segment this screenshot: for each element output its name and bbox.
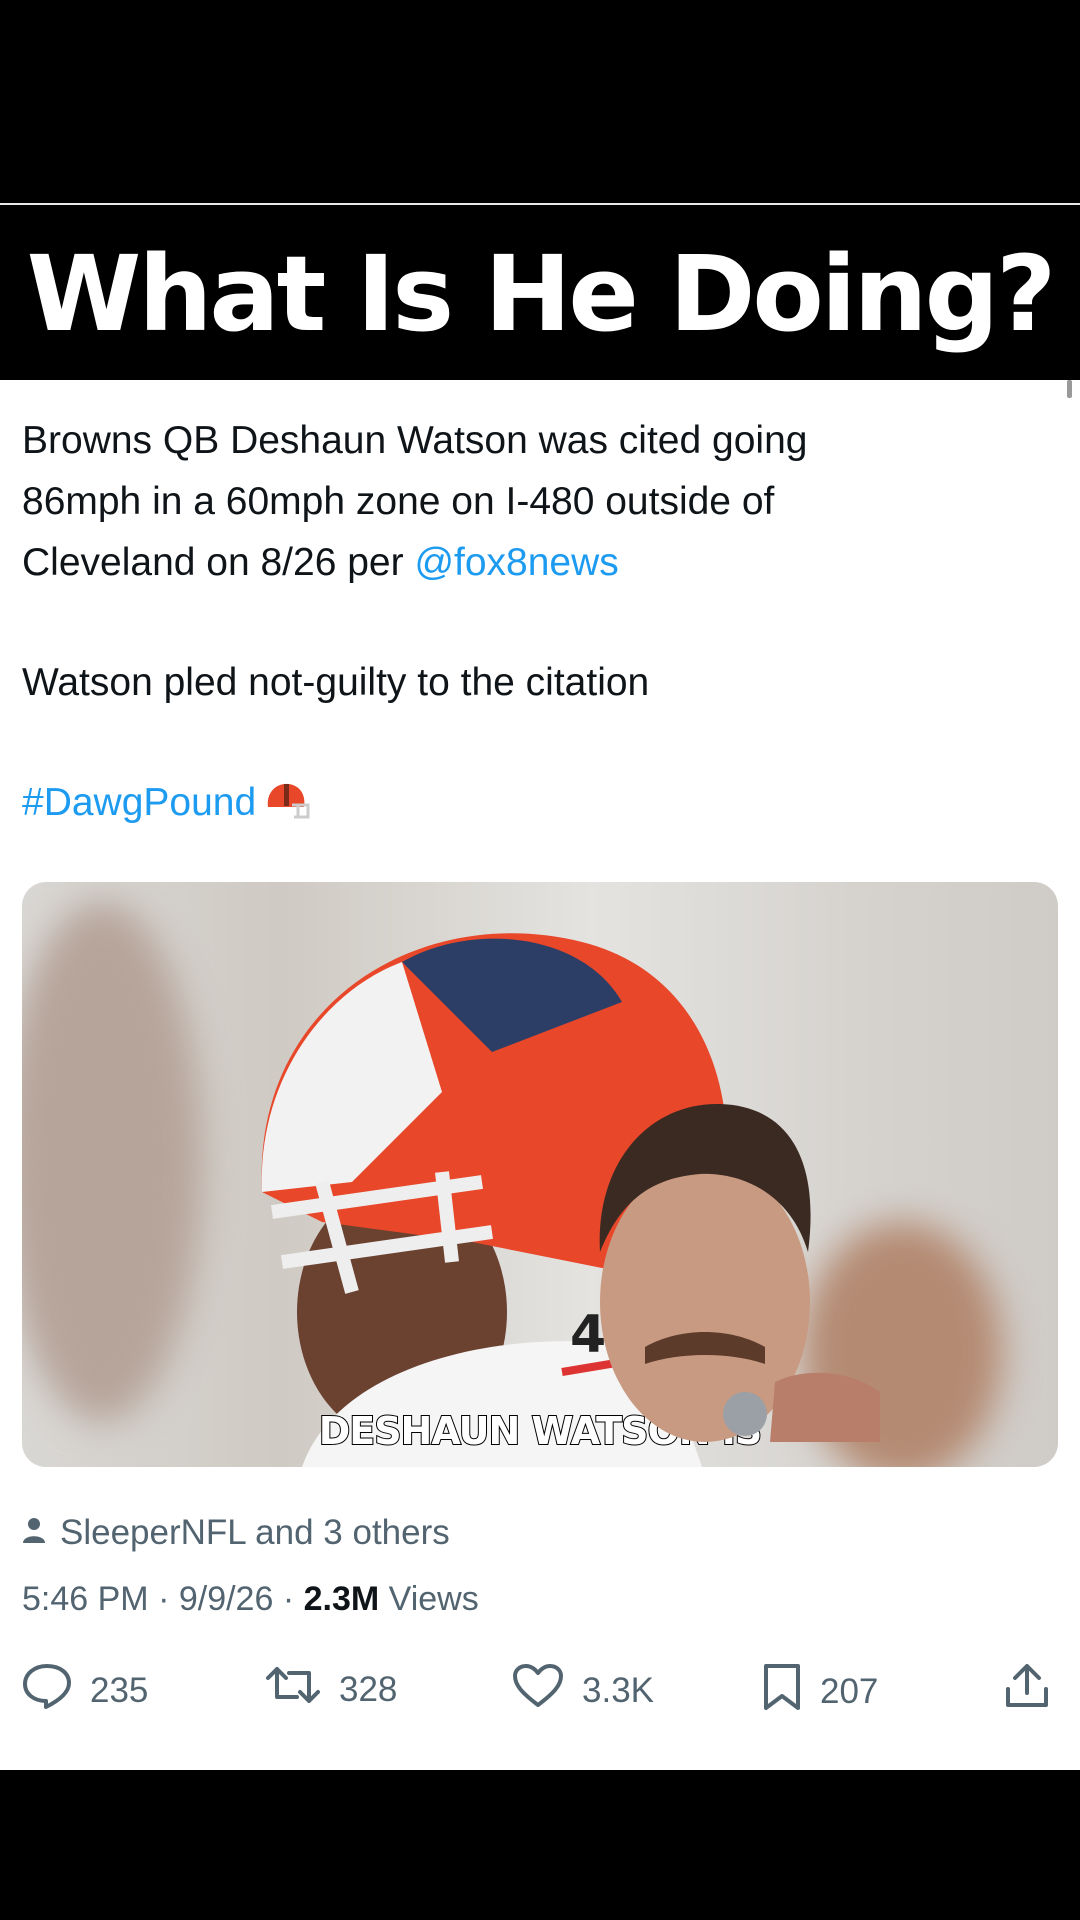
- bookmark-button[interactable]: 207: [762, 1663, 878, 1720]
- views-label: Views: [388, 1580, 479, 1618]
- like-count: 3.3K: [582, 1670, 654, 1710]
- share-button[interactable]: [1004, 1663, 1050, 1718]
- scrollbar[interactable]: [1067, 380, 1072, 398]
- bookmark-icon: [762, 1663, 802, 1720]
- video-bottom-bar: [0, 1770, 1080, 1920]
- player-illustration: 4: [261, 933, 727, 1467]
- liked-by-text: SleeperNFL and 3 others: [60, 1513, 450, 1552]
- video-title: What Is He Doing?: [26, 232, 1057, 355]
- tweet-line-3: Cleveland on 8/26 per @fox8news: [22, 532, 1042, 593]
- person-icon: [22, 1513, 46, 1553]
- tweet-media-image[interactable]: 4 DESHAUN WATSON IS: [22, 882, 1058, 1467]
- mention-link[interactable]: @fox8news: [414, 541, 618, 584]
- bookmark-count: 207: [820, 1671, 879, 1711]
- reply-button[interactable]: 235: [22, 1663, 148, 1718]
- hashtag-link[interactable]: #DawgPound: [22, 781, 256, 824]
- tweet-line-3-text: Cleveland on 8/26 per: [22, 541, 415, 584]
- repost-count: 328: [339, 1669, 398, 1709]
- tweet-card: Browns QB Deshaun Watson was cited going…: [0, 380, 1080, 1770]
- tweet-line-1: Browns QB Deshaun Watson was cited going: [22, 419, 808, 462]
- tweet-time[interactable]: 5:46 PM: [22, 1580, 149, 1618]
- video-title-banner: What Is He Doing?: [0, 203, 1080, 382]
- video-top-bar: [0, 0, 1080, 200]
- repost-button[interactable]: 328: [265, 1663, 397, 1716]
- tweet-meta: 5:46 PM · 9/9/26 · 2.3M Views: [22, 1580, 479, 1618]
- reply-count: 235: [90, 1670, 149, 1710]
- like-button[interactable]: 3.3K: [512, 1663, 654, 1718]
- action-bar: 235 328 3.3K 207: [22, 1663, 1052, 1723]
- heart-icon: [512, 1663, 564, 1718]
- football-helmet-icon: [264, 778, 310, 839]
- tweet-paragraph-2: Watson pled not-guilty to the citation: [22, 661, 650, 704]
- views-count: 2.3M: [303, 1580, 380, 1618]
- creator-video-overlay: [590, 1102, 880, 1442]
- liked-by[interactable]: SleeperNFL and 3 others: [22, 1513, 450, 1553]
- share-icon: [1004, 1663, 1050, 1718]
- tweet-text: Browns QB Deshaun Watson was cited going…: [22, 410, 1042, 839]
- tweet-line-2: 86mph in a 60mph zone on I-480 outside o…: [22, 480, 775, 523]
- repost-icon: [265, 1663, 321, 1716]
- hashtag-line: #DawgPound: [22, 772, 1042, 839]
- reply-icon: [22, 1663, 72, 1718]
- tweet-date[interactable]: 9/9/26: [179, 1580, 274, 1618]
- media-caption: DESHAUN WATSON IS: [22, 1408, 1058, 1454]
